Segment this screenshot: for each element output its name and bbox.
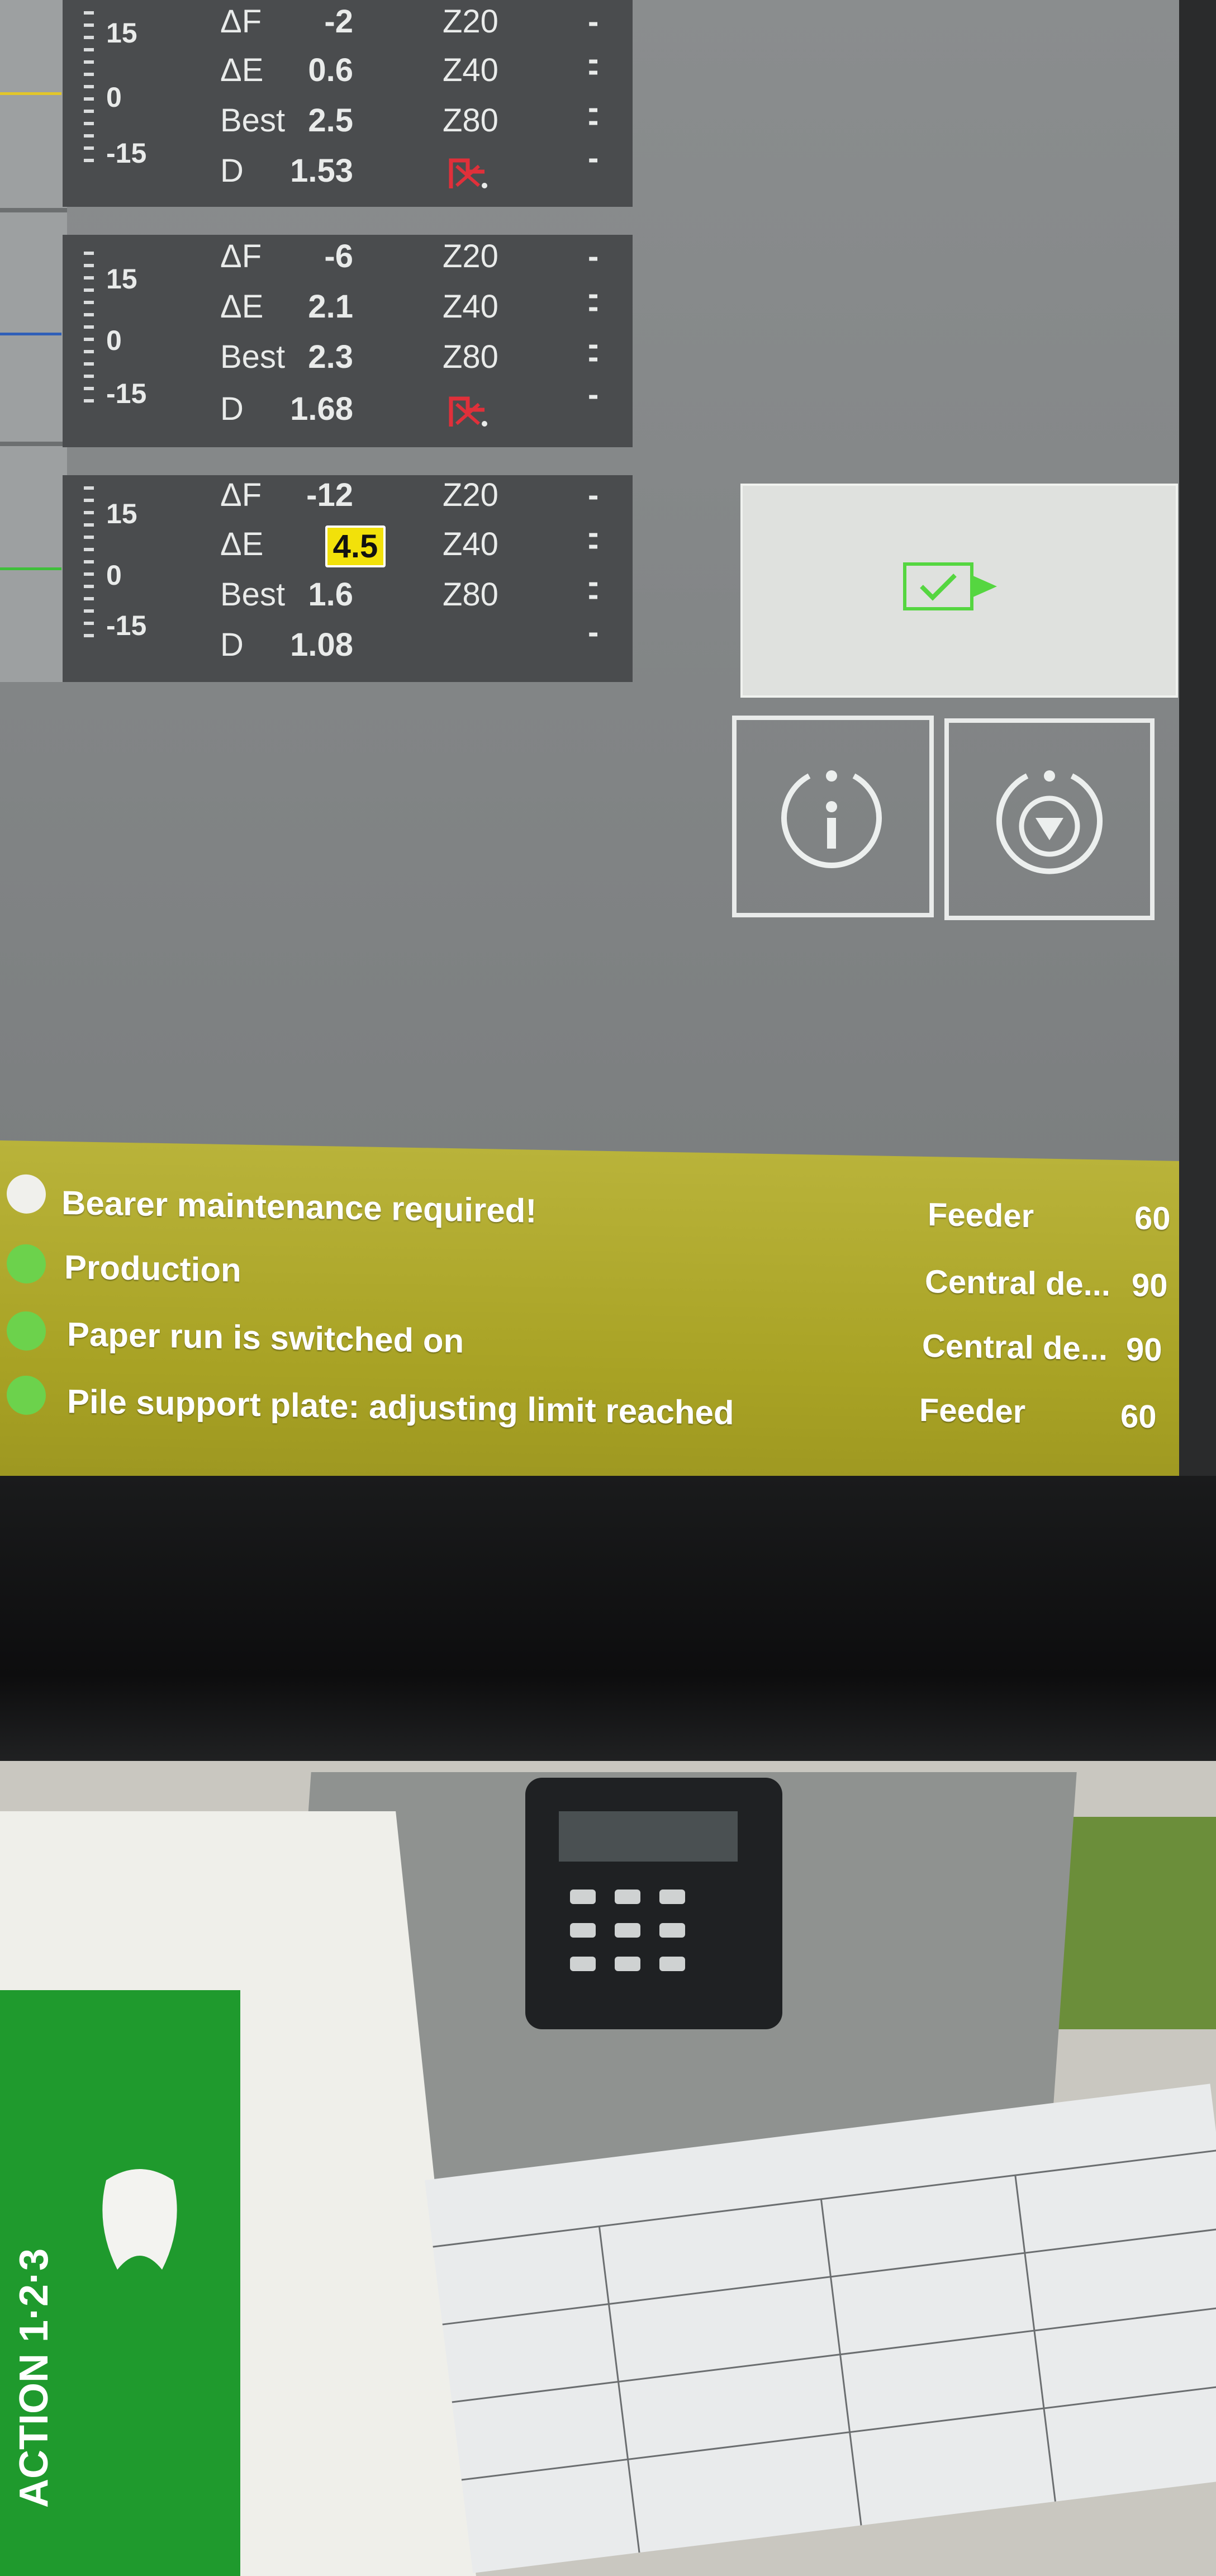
zone-value: -- [588,339,599,413]
radio-display [559,1811,738,1862]
production-status-icon [7,1244,46,1284]
box-brand-text: ACTION 1·2·3 [12,2248,56,2508]
radio-key [615,1923,640,1938]
measurement-panel[interactable]: 15 0 -15 ΔF -12 Z20 -- ΔE 4.5 Z40 -- Bes… [63,475,633,682]
zone-label: Z80 [443,102,498,139]
message-code: 90 [1126,1331,1162,1368]
spectro-warning-icon [449,158,487,188]
scale-min: -15 [106,138,147,169]
paper-run-status-icon [7,1311,46,1351]
scale-ticks [84,486,94,643]
zone-label: Z40 [443,52,498,88]
info-cycle-icon [781,770,882,868]
curve-line [0,333,61,335]
scale-zero: 0 [106,560,122,591]
zone-value: -- [588,102,599,176]
scale-ticks [84,252,94,408]
scale-max: 15 [106,263,137,295]
radio-key [570,1957,596,1971]
scale-ticks [84,11,94,168]
two-way-radio [525,1778,782,2029]
curve-line [0,567,61,570]
zone-label: Z20 [443,477,498,513]
zone-label: Z40 [443,526,498,562]
info-button[interactable] [732,716,934,917]
row-value: 1.08 [290,627,353,663]
scale-min: -15 [106,378,147,409]
row-value: 2.5 [308,102,353,139]
tooth-logo [102,2169,177,2270]
row-value: -6 [324,238,353,274]
stop-cycle-icon [996,770,1103,874]
message-text[interactable]: Pile support plate: adjusting limit reac… [67,1382,734,1432]
row-value: -2 [324,3,353,40]
row-value-highlighted: 4.5 [325,525,386,567]
deviation-scale: 15 0 -15 [84,475,151,660]
measure-status-tile[interactable] [740,484,1178,698]
deviation-scale: 15 0 -15 [84,240,151,425]
message-source: Feeder [919,1391,1026,1431]
curve-strip [0,0,67,682]
zone-label: Z80 [443,576,498,613]
radio-key [570,1890,596,1904]
row-label: D [220,391,244,427]
message-text[interactable]: Production [64,1248,241,1290]
message-code: 90 [1132,1267,1168,1304]
measurement-ok-icon [903,562,997,610]
measurement-panel[interactable]: 15 0 -15 ΔF -6 Z20 -- ΔE 2.1 Z40 -- Best… [63,235,633,447]
strip-divider [0,208,67,212]
toothpaste-box: ACTION 1·2·3 [0,1990,240,2576]
stop-cycle-button[interactable] [944,718,1155,920]
message-text[interactable]: Bearer maintenance required! [61,1183,536,1230]
spectro-warning-icon [449,396,487,427]
zone-label: Z20 [443,238,498,274]
machine-console-screen: 15 0 -15 ΔF -2 Z20 -- ΔE 0.6 Z40 -- Best… [0,0,1179,1163]
message-source: Central de... [922,1327,1108,1367]
row-label: D [220,153,244,189]
scale-min: -15 [106,610,147,641]
row-value: 1.6 [308,576,353,613]
row-value: 1.53 [290,153,353,189]
radio-key [615,1890,640,1904]
row-label: D [220,627,244,663]
scale-zero: 0 [106,82,122,113]
message-code: 60 [1134,1200,1171,1237]
monitor-bezel [0,1476,1216,1761]
strip-divider [0,442,67,446]
zone-label: Z20 [443,3,498,40]
measurement-panel[interactable]: 15 0 -15 ΔF -2 Z20 -- ΔE 0.6 Z40 -- Best… [63,0,633,207]
zone-value: -- [588,576,599,650]
deviation-scale: 15 0 -15 [84,0,151,184]
message-source: Feeder [928,1196,1034,1235]
row-value: 1.68 [290,391,353,427]
radio-key [570,1923,596,1938]
row-label: ΔE [220,526,264,562]
radio-key [615,1957,640,1971]
curve-line [0,92,61,95]
radio-key [659,1890,685,1904]
row-value: 2.3 [308,339,353,375]
scale-max: 15 [106,498,137,529]
scale-zero: 0 [106,325,122,356]
row-value: 0.6 [308,52,353,88]
row-value: 2.1 [308,288,353,325]
radio-key [659,1957,685,1971]
message-code: 60 [1120,1398,1157,1436]
scale-max: 15 [106,17,137,49]
message-text[interactable]: Paper run is switched on [67,1315,464,1360]
radio-key [659,1923,685,1938]
pile-support-status-icon [7,1375,46,1415]
zone-label: Z80 [443,339,498,375]
zone-label: Z40 [443,288,498,325]
message-source: Central de... [925,1263,1110,1303]
row-value: -12 [306,477,353,513]
bearer-status-icon [7,1174,46,1214]
